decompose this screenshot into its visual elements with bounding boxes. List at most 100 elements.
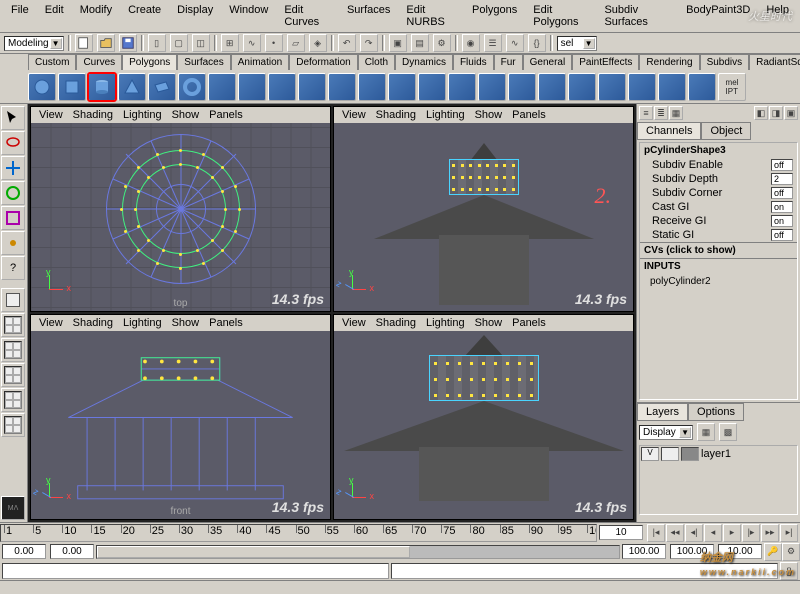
shape-name[interactable]: pCylinderShape3	[640, 143, 797, 158]
play-fwd-icon[interactable]: ▸	[723, 524, 741, 542]
single-view-icon[interactable]	[1, 288, 25, 312]
shelf-tab-subdivs[interactable]: Subdivs	[700, 54, 750, 70]
save-scene-icon[interactable]	[119, 34, 137, 52]
step-back-icon[interactable]: ◂◂	[666, 524, 684, 542]
play-back-icon[interactable]: ◂	[704, 524, 722, 542]
select-by-component-icon[interactable]: ◫	[192, 34, 210, 52]
new-layer-sel-icon[interactable]: ▩	[719, 423, 737, 441]
select-by-object-icon[interactable]: ▢	[170, 34, 188, 52]
layer-display-dropdown[interactable]: Display	[639, 425, 693, 440]
poly-sculpt-icon[interactable]	[658, 73, 686, 101]
menu-help[interactable]: Help	[759, 2, 796, 30]
layout-a-icon[interactable]	[1, 338, 25, 362]
menu-edit-polygons[interactable]: Edit Polygons	[526, 2, 595, 30]
rotate-tool-icon[interactable]	[1, 181, 25, 205]
ipr-render-icon[interactable]: ▤	[411, 34, 429, 52]
menu-polygons[interactable]: Polygons	[465, 2, 524, 30]
anim-end-field[interactable]: 100.00	[670, 544, 714, 559]
poly-boolean-icon[interactable]	[358, 73, 386, 101]
range-thumb[interactable]	[97, 546, 410, 558]
menu-edit-nurbs[interactable]: Edit NURBS	[399, 2, 463, 30]
layout-d-icon[interactable]	[1, 413, 25, 437]
shelf-tab-fur[interactable]: Fur	[494, 54, 523, 70]
menu-edit[interactable]: Edit	[38, 2, 71, 30]
poly-bevel-icon[interactable]	[448, 73, 476, 101]
shelf-tab-deformation[interactable]: Deformation	[289, 54, 357, 70]
menu-display[interactable]: Display	[170, 2, 220, 30]
menu-edit-curves[interactable]: Edit Curves	[277, 2, 338, 30]
attr-value[interactable]: on	[771, 215, 793, 227]
scale-tool-icon[interactable]	[1, 206, 25, 230]
vp-menu-shading[interactable]: Shading	[69, 108, 117, 122]
viewport-canvas[interactable]: 2. 14.3 fps	[334, 123, 633, 311]
last-tool-icon[interactable]: ?	[1, 256, 25, 280]
tab-object[interactable]: Object	[701, 122, 751, 140]
frame-back-icon[interactable]: ◂|	[685, 524, 703, 542]
poly-extract-icon[interactable]	[328, 73, 356, 101]
selection-mask-dropdown[interactable]: sel	[557, 36, 597, 51]
shelf-tab-cloth[interactable]: Cloth	[358, 54, 395, 70]
poly-plane-icon[interactable]	[148, 73, 176, 101]
poly-cylinder-icon[interactable]	[88, 73, 116, 101]
channel-icon[interactable]: ▦	[669, 106, 683, 120]
range-start-field[interactable]: 0.00	[50, 544, 94, 559]
snap-curve-icon[interactable]: ∿	[243, 34, 261, 52]
anim-start-field[interactable]: 0.00	[2, 544, 46, 559]
menu-window[interactable]: Window	[222, 2, 275, 30]
channel-icon[interactable]: ◧	[754, 106, 768, 120]
poly-pyramid-icon[interactable]	[238, 73, 266, 101]
layer-vis-toggle[interactable]: V	[641, 447, 659, 461]
poly-prism-icon[interactable]	[208, 73, 236, 101]
open-scene-icon[interactable]	[97, 34, 115, 52]
layout-c-icon[interactable]	[1, 388, 25, 412]
attr-value[interactable]: off	[771, 187, 793, 199]
script-editor-icon[interactable]: {}	[528, 34, 546, 52]
layer-color-swatch[interactable]	[681, 447, 699, 461]
shelf-tab-general[interactable]: General	[523, 54, 573, 70]
graph-editor-icon[interactable]: ∿	[506, 34, 524, 52]
four-view-icon[interactable]	[1, 313, 25, 337]
poly-torus-icon[interactable]	[178, 73, 206, 101]
poly-cut-icon[interactable]	[508, 73, 536, 101]
poly-append-icon[interactable]	[628, 73, 656, 101]
move-tool-icon[interactable]	[1, 156, 25, 180]
viewport-canvas[interactable]: 14.3 fps	[334, 331, 633, 519]
select-tool-icon[interactable]	[1, 106, 25, 130]
select-by-hierarchy-icon[interactable]: ▯	[148, 34, 166, 52]
shelf-tab-rendering[interactable]: Rendering	[639, 54, 699, 70]
shelf-tab-animation[interactable]: Animation	[231, 54, 289, 70]
shelf-tab-curves[interactable]: Curves	[76, 54, 122, 70]
shelf-tab-painteffects[interactable]: PaintEffects	[572, 54, 639, 70]
new-scene-icon[interactable]	[75, 34, 93, 52]
viewport-top[interactable]: View Shading Lighting Show Panels /*	[30, 106, 331, 312]
channel-icon[interactable]: ≣	[654, 106, 668, 120]
attr-value[interactable]: off	[771, 159, 793, 171]
attr-value[interactable]: on	[771, 201, 793, 213]
current-time-field[interactable]: 10.00	[718, 544, 762, 559]
render-globals-icon[interactable]: ⚙	[433, 34, 451, 52]
tab-layers[interactable]: Layers	[637, 403, 688, 421]
manipulator-tool-icon[interactable]	[1, 231, 25, 255]
mel-script-icon[interactable]: melIPT	[718, 73, 746, 101]
time-slider[interactable]: 1510152025303540455055606570758085909510…	[0, 522, 800, 543]
poly-merge-icon[interactable]	[538, 73, 566, 101]
prefs-icon[interactable]: ⚙	[782, 543, 800, 561]
poly-pipe-icon[interactable]	[268, 73, 296, 101]
poly-collapse-icon[interactable]	[568, 73, 596, 101]
menu-bodypaint3d[interactable]: BodyPaint3D	[679, 2, 757, 30]
new-layer-icon[interactable]: ▦	[697, 423, 715, 441]
layer-type-toggle[interactable]	[661, 447, 679, 461]
frame-fwd-icon[interactable]: |▸	[742, 524, 760, 542]
tab-options[interactable]: Options	[688, 403, 744, 421]
mode-dropdown[interactable]: Modeling	[4, 36, 64, 51]
poly-extrude-icon[interactable]	[418, 73, 446, 101]
menu-file[interactable]: File	[4, 2, 36, 30]
poly-fill-icon[interactable]	[598, 73, 626, 101]
shelf-tab-custom[interactable]: Custom	[28, 54, 76, 70]
viewport-front[interactable]: ViewShadingLightingShowPanels front 14.3	[30, 314, 331, 520]
viewport-canvas[interactable]: /* verts placed via js below */ top 14.3…	[31, 123, 330, 311]
poly-cone-icon[interactable]	[118, 73, 146, 101]
input-node[interactable]: polyCylinder2	[640, 274, 797, 289]
shelf-tab-polygons[interactable]: Polygons	[122, 54, 177, 70]
attr-value[interactable]: 2	[771, 173, 793, 185]
